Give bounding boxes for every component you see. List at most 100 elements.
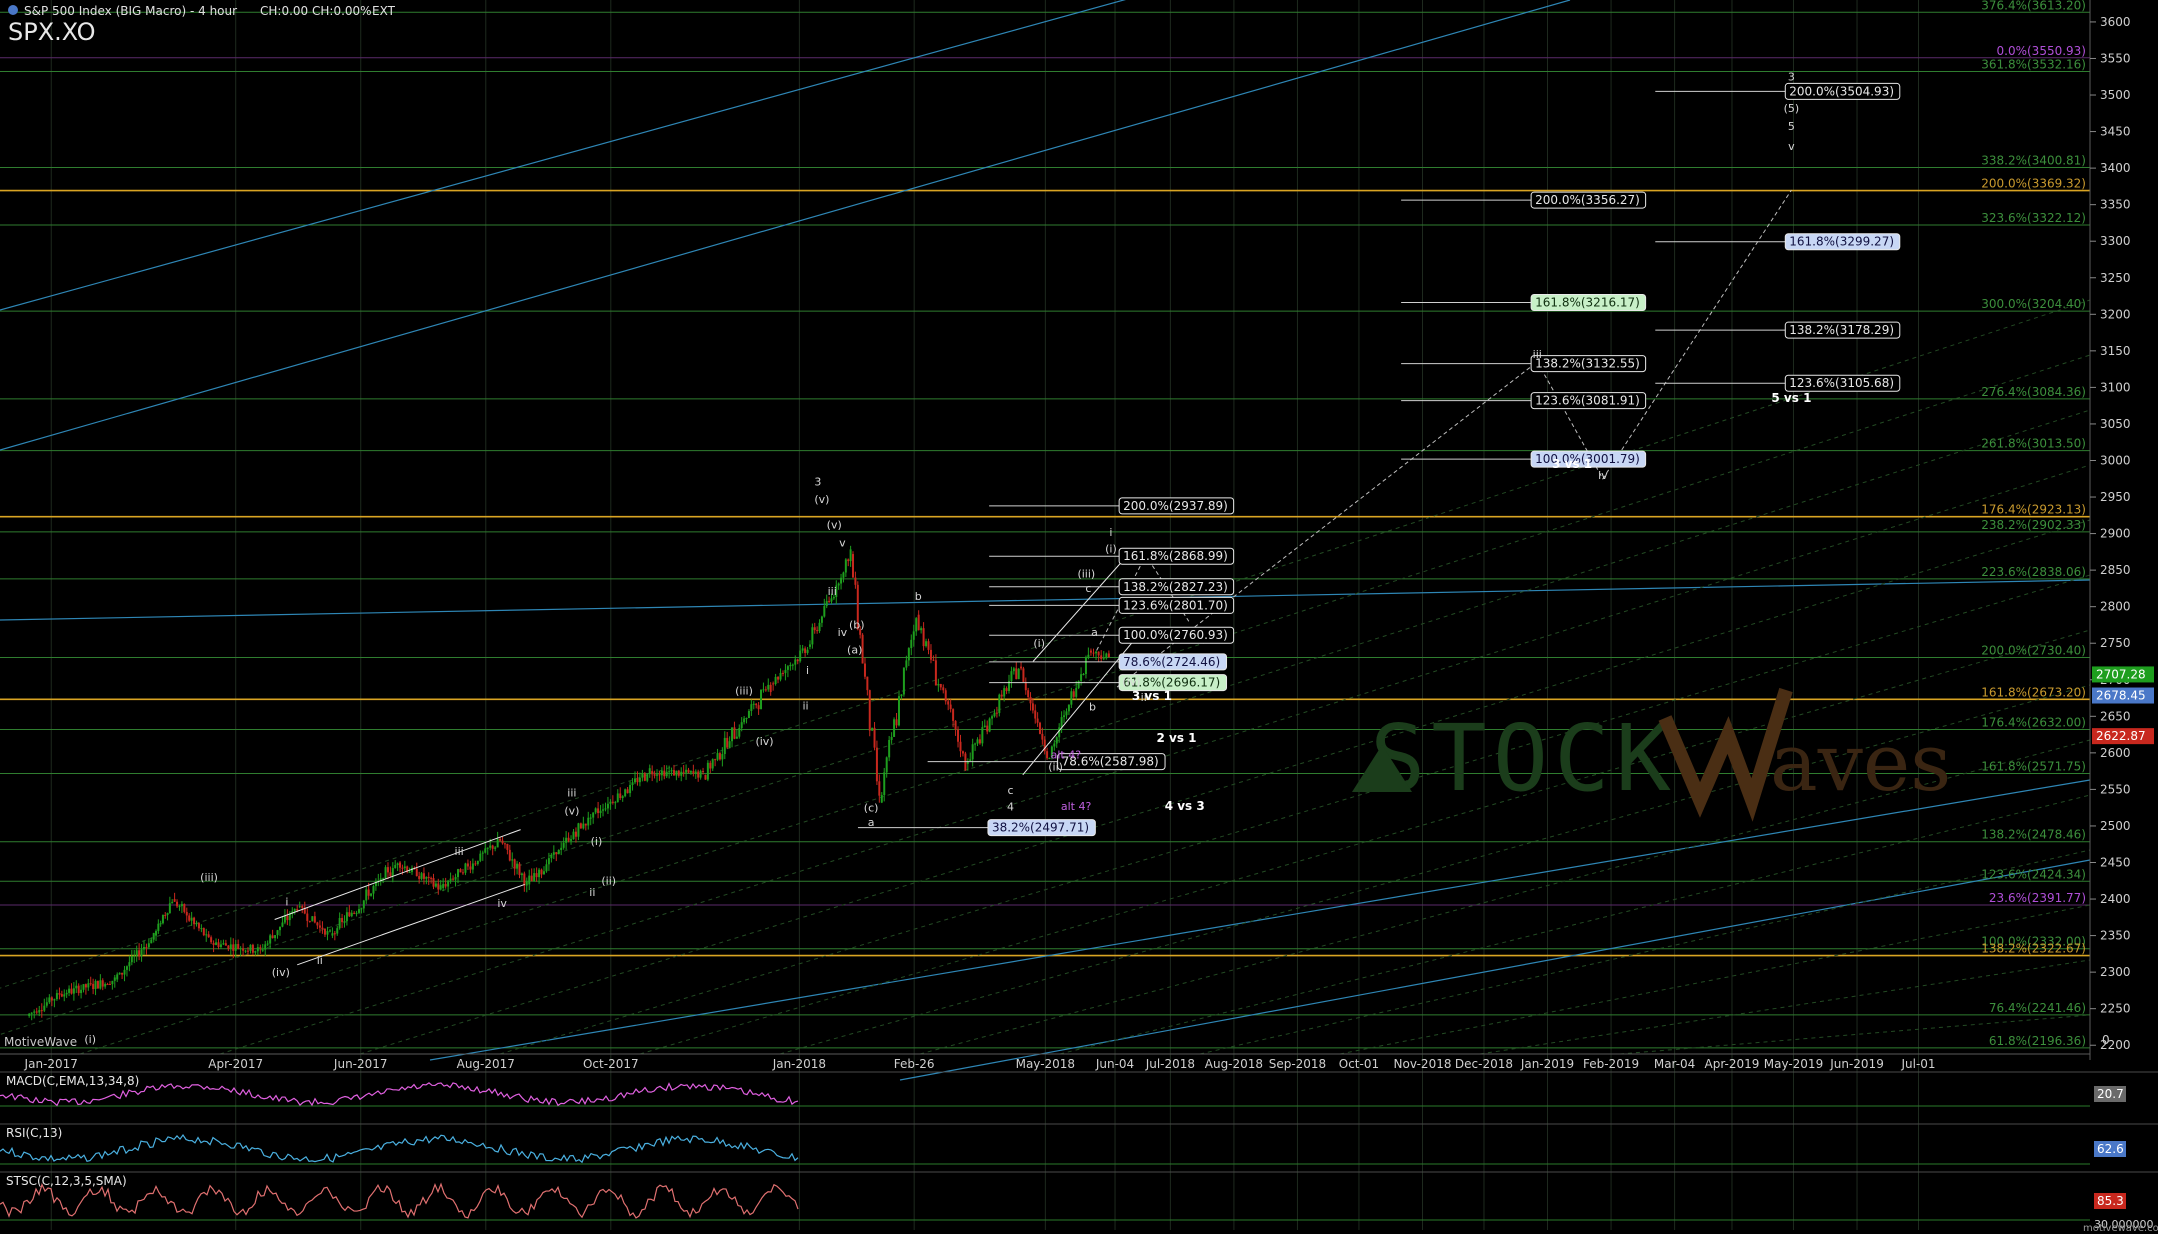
candle-body [464, 863, 467, 873]
candle-body [728, 741, 731, 748]
candle-body [418, 876, 421, 879]
candle-body [298, 906, 301, 908]
current-price-label: 2678.45 [2096, 689, 2146, 703]
candle-body [1012, 668, 1015, 672]
candle-body [675, 770, 678, 776]
x-tick-label: Oct-2017 [583, 1057, 639, 1071]
candle-body [976, 739, 979, 744]
candle-body [1063, 715, 1066, 718]
chart-canvas[interactable]: STOCK aves 200.0%(3504.93) 200.0%(3356.27… [0, 0, 2158, 1234]
candle-body [597, 808, 600, 814]
candle-body [215, 942, 218, 945]
candle-body [917, 614, 920, 631]
candle-body [247, 950, 250, 952]
candle-body [425, 876, 428, 879]
candle-body [873, 727, 876, 748]
candle-body [188, 915, 191, 921]
fib-box-label: 200.0%(2937.89) [1123, 499, 1228, 513]
y-tick-label: 2900 [2100, 527, 2131, 541]
candle-body [133, 955, 136, 957]
candle-body [296, 908, 299, 911]
candle-body [733, 727, 736, 739]
wave-label: 4 vs 3 [1165, 799, 1205, 813]
y-tick-label: 2350 [2100, 929, 2131, 943]
level-label: 276.4%(3084.36) [1981, 385, 2086, 399]
candle-body [811, 627, 814, 645]
candle-body [471, 863, 474, 870]
fib-box-label: 200.0%(3504.93) [1789, 84, 1894, 98]
candle-body [711, 759, 714, 769]
candle-body [266, 943, 269, 945]
candle-body [125, 966, 128, 970]
price-axis[interactable]: 3600 3550 3500 3450 3400 3350 3300 3250 3200 3150… [2089, 0, 2158, 1060]
wave-label: a [868, 816, 875, 829]
candle-body [656, 774, 659, 776]
symbol-dot-icon [8, 5, 18, 15]
level-label: 161.8%(2571.75) [1981, 760, 2086, 774]
candle-body [1031, 703, 1034, 711]
candle-body [1089, 650, 1092, 653]
candle-body [140, 949, 143, 957]
indicator-name: RSI(C,13) [6, 1126, 62, 1140]
x-tick-label: Jun-04 [1095, 1057, 1134, 1071]
candle-body [868, 690, 871, 731]
candle-body [278, 926, 281, 931]
candle-body [516, 863, 519, 869]
candle-body [331, 933, 334, 936]
candle-body [629, 785, 632, 794]
candle-body [205, 934, 208, 936]
candle-body [197, 923, 200, 929]
candle-body [844, 559, 847, 573]
level-label: 138.2%(2322.67) [1981, 942, 2086, 956]
candle-body [111, 980, 114, 985]
candle-body [434, 883, 437, 887]
candle-body [937, 684, 940, 686]
candle-body [974, 743, 977, 745]
candle-body [370, 893, 373, 896]
candle-body [484, 848, 487, 853]
current-price-label: 2707.28 [2096, 667, 2146, 681]
candle-body [897, 696, 900, 726]
candle-body [321, 927, 324, 929]
candle-body [567, 837, 570, 841]
candle-body [774, 676, 777, 685]
wave-label: i [285, 896, 288, 909]
candle-body [939, 684, 942, 688]
candle-body [234, 944, 237, 951]
candle-body [476, 860, 479, 865]
candle-body [619, 793, 622, 799]
candle-body [329, 930, 331, 932]
candle-body [616, 793, 619, 803]
candle-body [520, 873, 523, 876]
x-tick-label: Nov-2018 [1394, 1057, 1452, 1071]
wave-label: 5 vs 1 [1771, 391, 1811, 405]
candle-body [82, 984, 85, 990]
candle-body [353, 912, 356, 914]
candle-body [35, 1011, 38, 1013]
candle-body [752, 703, 755, 705]
candle-body [101, 980, 104, 987]
x-tick-label: Sep-2018 [1269, 1057, 1327, 1071]
candle-body [1060, 717, 1063, 728]
wave-label: i [1109, 526, 1112, 539]
candle-body [212, 942, 215, 945]
wave-label: 3 vs 1 [1552, 457, 1592, 471]
wave-label: (iv) [1122, 676, 1140, 689]
candle-body [915, 618, 918, 632]
candle-body [540, 869, 543, 875]
candle-body [697, 771, 700, 778]
candle-body [447, 880, 450, 887]
candle-body [806, 649, 809, 653]
candle-body [355, 912, 358, 914]
candle-body [1097, 651, 1100, 656]
candle-body [222, 943, 225, 945]
wave-label: iii [455, 845, 464, 858]
indicator-name: MACD(C,EMA,13,34,8) [6, 1074, 139, 1088]
candle-body [721, 754, 724, 760]
change-value: CH:0.00 [260, 4, 308, 18]
candle-body [403, 866, 406, 869]
y-tick-label: 2250 [2100, 1002, 2131, 1016]
candle-body [92, 983, 95, 990]
candle-body [176, 901, 179, 907]
candle-body [704, 774, 707, 780]
